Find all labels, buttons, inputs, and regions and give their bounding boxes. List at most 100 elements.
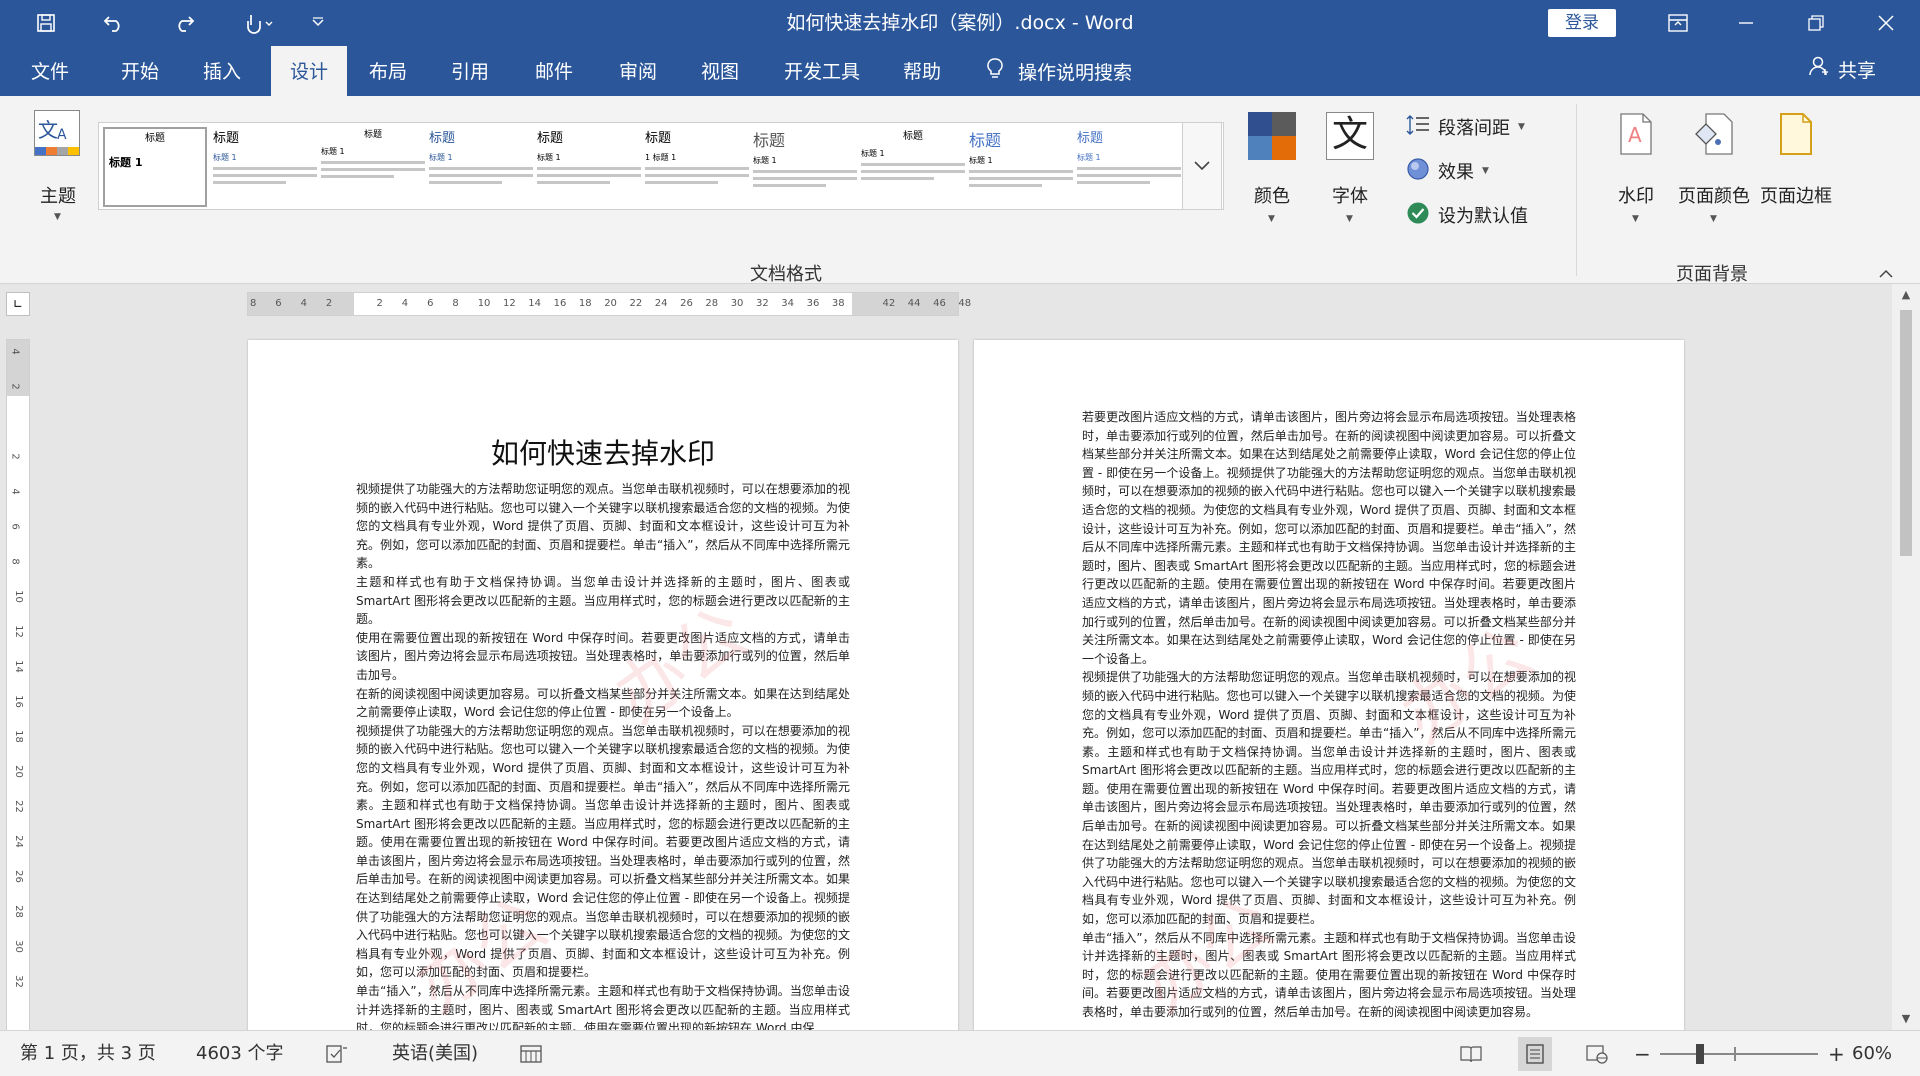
page-count[interactable]: 第 1 页，共 3 页 <box>20 1031 156 1076</box>
ribbon-display-options-icon[interactable] <box>1648 0 1708 46</box>
document-page-1[interactable]: 如何快速去掉水印 视频提供了功能强大的方法帮助您证明您的观点。当您单击联机视频时… <box>248 340 958 1030</box>
ruler-tick-label: 46 <box>933 298 946 309</box>
fonts-label: 字体 <box>1332 186 1368 207</box>
ruler-tick-label: 34 <box>781 298 795 309</box>
ruler-tick-label: 8 <box>250 298 257 309</box>
tab-layout[interactable]: 布局 <box>356 46 420 96</box>
themes-button[interactable]: 文 A 主题 ▼ <box>30 110 86 222</box>
touch-mode-icon[interactable] <box>236 0 282 46</box>
group-separator <box>1576 104 1577 276</box>
ruler-tick-label: 38 <box>831 298 845 309</box>
close-icon[interactable] <box>1856 0 1916 46</box>
ruler-tick-label: 4 <box>9 348 21 355</box>
tab-design[interactable]: 设计 <box>271 46 347 96</box>
collapse-ribbon-icon[interactable] <box>1878 264 1894 283</box>
zoom-in-button[interactable]: + <box>1828 1031 1845 1076</box>
read-mode-icon[interactable] <box>1454 1037 1488 1071</box>
style-set-item[interactable]: 标题 标题 1 <box>861 127 965 207</box>
chevron-down-icon: ▼ <box>1518 122 1525 132</box>
ruler-tick-label: 4 <box>401 298 409 309</box>
page-color-button[interactable]: 页面颜色 ▼ <box>1676 112 1752 224</box>
language-status[interactable]: 英语(美国) <box>392 1031 478 1076</box>
ruler-tick-label: 20 <box>604 298 617 309</box>
proofing-icon[interactable] <box>326 1031 348 1076</box>
style-set-item[interactable]: 标题 标题 1 <box>537 127 641 207</box>
status-bar: 第 1 页，共 3 页 4603 个字 英语(美国) − + 60% <box>0 1030 1920 1076</box>
ruler-tick-label: 24 <box>12 835 24 848</box>
ruler-tick-label: 2 <box>325 298 333 309</box>
zoom-level[interactable]: 60% <box>1852 1031 1892 1076</box>
colors-button[interactable]: 颜色 ▼ <box>1240 112 1304 224</box>
ruler-tick-label: 20 <box>12 765 24 778</box>
themes-icon: 文 A <box>34 110 80 156</box>
gallery-more-button[interactable] <box>1182 122 1222 210</box>
login-button[interactable]: 登录 <box>1548 9 1616 37</box>
set-as-default-button[interactable]: 设为默认值 <box>1406 200 1528 230</box>
chevron-down-icon: ▼ <box>1632 214 1639 224</box>
style-set-item[interactable]: 标题 1 标题 1 <box>645 127 749 207</box>
tab-file[interactable]: 文件 <box>18 46 82 96</box>
zoom-slider-thumb[interactable] <box>1696 1044 1704 1064</box>
horizontal-ruler[interactable]: 8 6 4 2 2 4 6 8 10 12 14 16 18 20 22 24 26 28 30 32 34 36 38 42… <box>247 292 971 316</box>
ruler-tick-label: 26 <box>680 298 693 309</box>
vertical-ruler[interactable]: 4 2 2 4 6 8 10 12 14 16 18 20 22 24 26 28 30 32 <box>6 339 30 1030</box>
tab-mailings[interactable]: 邮件 <box>522 46 586 96</box>
scrollbar-thumb[interactable] <box>1900 310 1912 556</box>
ruler-tick-label: 8 <box>452 298 459 309</box>
tab-view[interactable]: 视图 <box>688 46 752 96</box>
paragraph-spacing-button[interactable]: 段落间距 ▼ <box>1406 112 1525 142</box>
share-button[interactable]: 共享 <box>1808 46 1876 96</box>
web-layout-icon[interactable] <box>1580 1037 1614 1071</box>
minimize-icon[interactable] <box>1716 0 1776 46</box>
vertical-scrollbar[interactable]: ▲ ▼ <box>1892 284 1920 1030</box>
style-set-item[interactable]: 标题 标题 1 <box>321 127 425 207</box>
ruler-tick-label: 2 <box>9 453 21 460</box>
ruler-tick-label: 6 <box>9 523 21 530</box>
tab-review[interactable]: 审阅 <box>606 46 670 96</box>
save-icon[interactable] <box>28 0 64 46</box>
ruler-tick-label: 16 <box>12 695 24 708</box>
print-layout-icon[interactable] <box>1518 1037 1552 1071</box>
effects-button[interactable]: 效果 ▼ <box>1406 156 1489 186</box>
page-borders-label: 页面边框 <box>1760 186 1832 207</box>
tab-developer[interactable]: 开发工具 <box>778 46 866 96</box>
fonts-button[interactable]: 文 字体 ▼ <box>1318 112 1382 224</box>
tab-help[interactable]: 帮助 <box>890 46 954 96</box>
tab-references[interactable]: 引用 <box>438 46 502 96</box>
ruler-tick-label: 28 <box>12 905 24 918</box>
style-set-item[interactable]: 标题 标题 1 <box>969 127 1073 207</box>
effects-icon <box>1406 157 1430 186</box>
tab-home[interactable]: 开始 <box>108 46 172 96</box>
watermark-button[interactable]: A 水印 ▼ <box>1604 112 1668 224</box>
zoom-out-button[interactable]: − <box>1634 1031 1651 1076</box>
tell-me-search[interactable]: 操作说明搜索 <box>986 46 1132 96</box>
undo-icon[interactable] <box>96 0 132 46</box>
redo-icon[interactable] <box>166 0 202 46</box>
ruler-tick-label: 6 <box>275 298 282 309</box>
group-label-page-background: 页面背景 <box>1676 264 1748 285</box>
checkmark-icon <box>1406 201 1430 230</box>
customize-toolbar-icon[interactable] <box>304 0 332 46</box>
page-borders-button[interactable]: 页面边框 <box>1758 112 1834 224</box>
style-set-item[interactable]: 标题 标题 1 <box>213 127 317 207</box>
style-set-item[interactable]: 标题 标题 1 <box>1077 127 1181 207</box>
ruler-tick-label: 28 <box>705 298 719 309</box>
scroll-down-icon[interactable]: ▼ <box>1892 1008 1920 1030</box>
macro-icon[interactable] <box>520 1031 542 1076</box>
style-set-item[interactable]: 标题 标题 1 <box>753 127 857 207</box>
set-as-default-label: 设为默认值 <box>1438 206 1528 227</box>
style-set-item[interactable]: 标题 标题 1 <box>103 127 207 207</box>
ruler-tick-label: 6 <box>427 298 434 309</box>
word-count[interactable]: 4603 个字 <box>196 1031 284 1076</box>
share-label: 共享 <box>1838 60 1877 82</box>
zoom-slider[interactable] <box>1660 1044 1818 1064</box>
fonts-icon: 文 <box>1326 112 1374 160</box>
tab-selector[interactable]: ∟ <box>6 292 30 316</box>
tab-insert[interactable]: 插入 <box>190 46 254 96</box>
style-set-item[interactable]: 标题 标题 1 <box>429 127 533 207</box>
document-title: 如何快速去掉水印（案例）.docx - Word <box>786 12 1134 34</box>
zoom-slider-center-mark <box>1734 1047 1736 1061</box>
scroll-up-icon[interactable]: ▲ <box>1892 284 1920 306</box>
document-page-2[interactable]: 若要更改图片适应文档的方式，请单击该图片，图片旁边将会显示布局选项按钮。当处理表… <box>974 340 1684 1030</box>
restore-icon[interactable] <box>1786 0 1846 46</box>
